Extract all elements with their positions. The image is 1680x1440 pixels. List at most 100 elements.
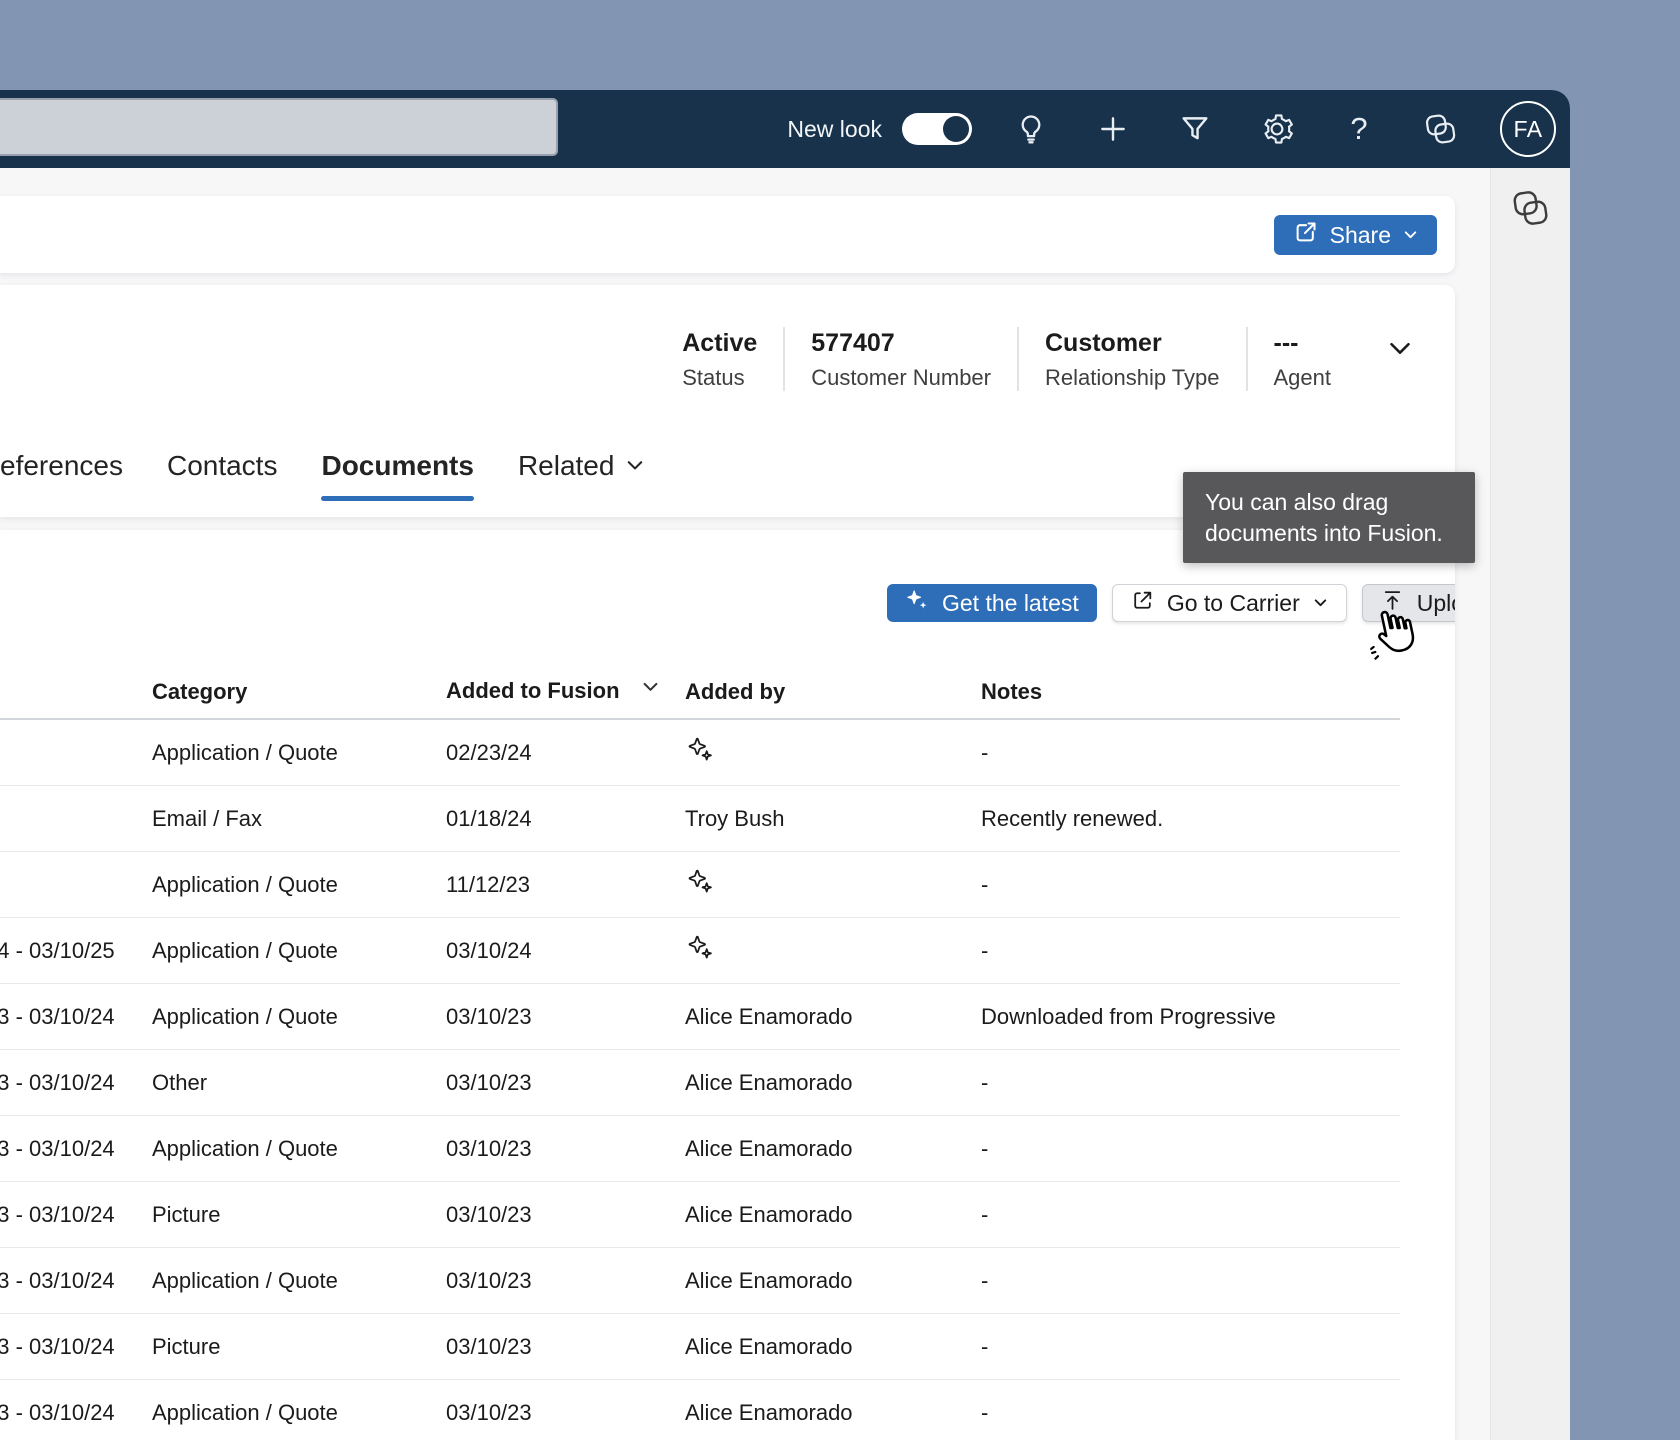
cell-added-to-fusion: 03/10/23 xyxy=(446,1201,532,1227)
agent-label: Agent xyxy=(1273,365,1332,390)
documents-table: Category Added to Fusion Added by Notes … xyxy=(0,650,1400,1440)
table-row[interactable]: 23 - 03/10/24 Picture 03/10/23 Alice Ena… xyxy=(0,1182,1400,1248)
cell-notes: - xyxy=(981,1399,989,1425)
cell-added-to-fusion: 01/18/24 xyxy=(446,805,532,831)
cell-added-to-fusion: 03/10/23 xyxy=(446,1399,532,1425)
cell-date-range: 23 - 03/10/24 xyxy=(0,1267,115,1293)
expand-details-chevron-icon[interactable] xyxy=(1385,333,1415,368)
cell-added-by: Alice Enamorado xyxy=(685,1202,981,1228)
get-the-latest-button[interactable]: Get the latest xyxy=(887,584,1097,622)
cell-notes: - xyxy=(981,937,989,963)
sparkles-icon xyxy=(687,934,715,962)
added-to-fusion-label: Added to Fusion xyxy=(446,677,620,703)
cell-category: Application / Quote xyxy=(152,1399,338,1425)
toolbar-card: Share xyxy=(0,196,1455,273)
added-by-name: Alice Enamorado xyxy=(685,1069,853,1095)
added-by-name: Alice Enamorado xyxy=(685,1267,853,1293)
table-row[interactable]: Email / Fax 01/18/24 Troy Bush Recently … xyxy=(0,786,1400,852)
relationship-type-label: Relationship Type xyxy=(1045,365,1220,390)
column-header-added-to-fusion[interactable]: Added to Fusion xyxy=(446,676,685,705)
cell-date-range: 23 - 03/10/24 xyxy=(0,1003,115,1029)
filter-icon[interactable] xyxy=(1172,106,1218,152)
table-row[interactable]: Application / Quote 11/12/23 - xyxy=(0,852,1400,918)
page-body: Share Active Status 577407 Customer Numb… xyxy=(0,168,1570,1440)
sparkles-icon xyxy=(905,588,930,619)
main-content: Share Active Status 577407 Customer Numb… xyxy=(0,168,1475,1440)
cell-category: Application / Quote xyxy=(152,1135,338,1161)
table-row[interactable]: 23 - 03/10/24 Picture 03/10/23 Alice Ena… xyxy=(0,1314,1400,1380)
share-button[interactable]: Share xyxy=(1273,215,1437,255)
cell-notes: - xyxy=(981,1267,989,1293)
cell-date-range xyxy=(0,740,152,766)
tab-documents[interactable]: Documents xyxy=(321,448,475,501)
copilot-rail-icon[interactable] xyxy=(1510,188,1552,1440)
search-input[interactable] xyxy=(0,98,558,156)
cell-date-range: 23 - 03/10/24 xyxy=(0,1135,115,1161)
chevron-down-icon xyxy=(1312,590,1329,617)
column-header-category[interactable]: Category xyxy=(152,679,446,705)
sort-chevron-icon[interactable] xyxy=(640,676,661,703)
cell-added-by xyxy=(685,934,981,968)
help-icon[interactable]: ? xyxy=(1336,106,1382,152)
cell-category: Picture xyxy=(152,1333,221,1359)
cell-date-range: 23 - 03/10/24 xyxy=(0,1399,115,1425)
sparkles-icon xyxy=(687,736,715,764)
cell-notes: - xyxy=(981,1135,989,1161)
table-row[interactable]: 23 - 03/10/24 Application / Quote 03/10/… xyxy=(0,1116,1400,1182)
cell-added-by: Alice Enamorado xyxy=(685,1334,981,1360)
copilot-icon[interactable] xyxy=(1418,106,1464,152)
tab-preferences[interactable]: eferences xyxy=(0,448,123,501)
new-look-toggle[interactable] xyxy=(902,113,972,145)
table-row[interactable]: 23 - 03/10/24 Other 03/10/23 Alice Enamo… xyxy=(0,1050,1400,1116)
tab-contacts[interactable]: Contacts xyxy=(167,448,278,501)
cell-added-by: Alice Enamorado xyxy=(685,1268,981,1294)
lightbulb-icon[interactable] xyxy=(1008,106,1054,152)
go-to-carrier-button[interactable]: Go to Carrier xyxy=(1111,584,1347,622)
cell-notes: - xyxy=(981,871,989,897)
customer-info-row: Active Status 577407 Customer Number Cus… xyxy=(682,327,1415,391)
relationship-type-field: Customer Relationship Type xyxy=(1017,327,1246,391)
cell-notes: - xyxy=(981,1333,989,1359)
cell-added-by: Alice Enamorado xyxy=(685,1070,981,1096)
go-to-carrier-label: Go to Carrier xyxy=(1166,589,1300,616)
add-icon[interactable] xyxy=(1090,106,1136,152)
documents-tooltip: You can also drag documents into Fusion. xyxy=(1183,472,1475,563)
cell-category: Application / Quote xyxy=(152,937,338,963)
added-by-name: Alice Enamorado xyxy=(685,1399,853,1425)
tab-related[interactable]: Related xyxy=(518,448,647,501)
cell-added-to-fusion: 03/10/24 xyxy=(446,937,532,963)
added-by-name: Alice Enamorado xyxy=(685,1135,853,1161)
status-label: Status xyxy=(682,365,745,390)
chevron-down-icon xyxy=(624,451,646,483)
settings-icon[interactable] xyxy=(1254,106,1300,152)
documents-table-header: Category Added to Fusion Added by Notes xyxy=(0,650,1400,720)
table-row[interactable]: 23 - 03/10/24 Application / Quote 03/10/… xyxy=(0,1380,1400,1440)
column-header-notes[interactable]: Notes xyxy=(981,679,1400,705)
added-by-name: Alice Enamorado xyxy=(685,1201,853,1227)
added-by-name: Alice Enamorado xyxy=(685,1333,853,1359)
cell-notes: Recently renewed. xyxy=(981,805,1164,831)
customer-number-label: Customer Number xyxy=(811,365,991,390)
upload-label: Upload xyxy=(1416,589,1455,616)
cell-added-to-fusion: 03/10/23 xyxy=(446,1267,532,1293)
tooltip-line1: You can also drag xyxy=(1205,489,1389,515)
cell-notes: - xyxy=(981,1201,989,1227)
cell-date-range: 23 - 03/10/24 xyxy=(0,1201,115,1227)
navbar-actions: New look ? FA xyxy=(787,90,1556,168)
cell-date-range xyxy=(0,806,152,832)
table-row[interactable]: 24 - 03/10/25 Application / Quote 03/10/… xyxy=(0,918,1400,984)
table-row[interactable]: Application / Quote 02/23/24 - xyxy=(0,720,1400,786)
customer-number-value: 577407 xyxy=(811,329,895,357)
share-icon xyxy=(1292,219,1319,252)
column-header-added-by[interactable]: Added by xyxy=(685,679,981,705)
cell-category: Email / Fax xyxy=(152,805,263,831)
cell-added-to-fusion: 03/10/23 xyxy=(446,1135,532,1161)
sparkles-icon xyxy=(687,868,715,896)
table-row[interactable]: 23 - 03/10/24 Application / Quote 03/10/… xyxy=(0,1248,1400,1314)
user-avatar[interactable]: FA xyxy=(1500,101,1556,157)
copilot-side-rail xyxy=(1490,168,1570,1440)
cell-added-to-fusion: 03/10/23 xyxy=(446,1069,532,1095)
table-row[interactable]: 23 - 03/10/24 Application / Quote 03/10/… xyxy=(0,984,1400,1050)
cell-notes: - xyxy=(981,739,989,765)
record-tabs: eferences Contacts Documents Related xyxy=(0,448,646,501)
